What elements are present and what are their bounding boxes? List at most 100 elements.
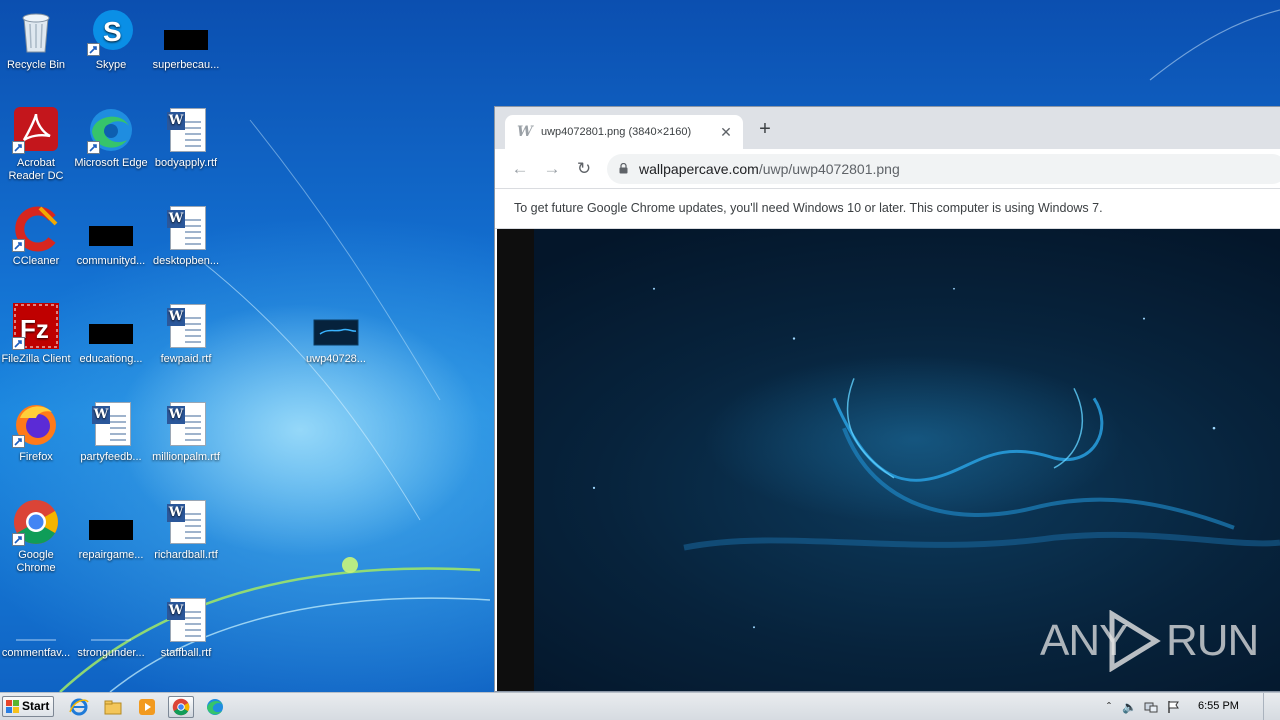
desktop-icon-desktopben[interactable]: W desktopben... — [148, 204, 224, 268]
icon-label: staffball.rtf — [160, 647, 212, 659]
filezilla-icon: Fz — [12, 302, 60, 350]
desktop-icon-firefox[interactable]: Firefox — [0, 400, 74, 464]
desktop-icon-filezilla[interactable]: Fz FileZilla Client — [0, 302, 74, 366]
desktop-icon-commentfav[interactable]: commentfav... — [0, 596, 74, 660]
new-tab-button[interactable]: + — [755, 119, 775, 140]
image-thumbnail-icon — [312, 302, 360, 350]
file-icon — [87, 596, 135, 644]
icon-label: fewpaid.rtf — [160, 353, 212, 365]
svg-text:S: S — [103, 16, 122, 47]
url-host: wallpapercave.com — [639, 161, 759, 177]
address-bar[interactable]: wallpapercave.com/uwp/uwp4072801.png — [607, 154, 1280, 184]
word-document-icon: W — [162, 204, 210, 252]
taskbar-chrome-button[interactable] — [168, 696, 194, 718]
file-thumbnail-icon — [162, 8, 210, 56]
icon-label: Recycle Bin — [6, 59, 66, 71]
firefox-icon — [12, 400, 60, 448]
icon-label: bodyapply.rtf — [154, 157, 218, 169]
word-document-icon: W — [162, 106, 210, 154]
url-path: /uwp/uwp4072801.png — [758, 161, 900, 177]
file-thumbnail-icon — [87, 498, 135, 546]
show-desktop-button[interactable] — [1263, 693, 1280, 720]
desktop-icon-ccleaner[interactable]: CCleaner — [0, 204, 74, 268]
clock[interactable]: 6:55 PM — [1198, 700, 1239, 712]
desktop-icon-fewpaid[interactable]: W fewpaid.rtf — [148, 302, 224, 366]
desktop-icon-google-chrome[interactable]: Google Chrome — [0, 498, 74, 575]
anyrun-watermark: ANY RUN — [1040, 610, 1259, 672]
start-button[interactable]: Start — [2, 696, 54, 717]
file-thumbnail-icon — [87, 204, 135, 252]
play-logo-icon — [1109, 610, 1161, 672]
network-icon[interactable] — [1144, 700, 1158, 714]
browser-toolbar: ← → ↻ wallpapercave.com/uwp/uwp4072801.p… — [495, 149, 1280, 189]
desktop-icon-superbecau[interactable]: superbecau... — [148, 8, 224, 72]
desktop-icon-millionpalm[interactable]: W millionpalm.rtf — [148, 400, 224, 464]
desktop-icon-partyfeedb[interactable]: W partyfeedb... — [73, 400, 149, 464]
skype-icon: S — [87, 8, 135, 56]
infobar-text: To get future Google Chrome updates, you… — [514, 201, 1103, 215]
tab-active[interactable]: W uwp4072801.png (3840×2160) ✕ — [505, 115, 743, 149]
icon-label: educationg... — [79, 353, 143, 365]
icon-label: richardball.rtf — [154, 549, 218, 561]
icon-label: uwp40728... — [306, 353, 366, 365]
file-explorer-icon[interactable] — [102, 696, 124, 718]
desktop-icon-uwp-image[interactable]: uwp40728... — [298, 302, 374, 366]
icon-label: repairgame... — [78, 549, 144, 561]
media-player-icon[interactable] — [136, 696, 158, 718]
icon-label: Acrobat Reader DC — [8, 157, 64, 182]
chrome-window[interactable]: W uwp4072801.png (3840×2160) ✕ + ← → ↻ w… — [494, 106, 1280, 692]
internet-explorer-icon[interactable] — [68, 696, 90, 718]
close-icon[interactable]: ✕ — [717, 123, 735, 141]
shortcut-arrow-icon — [12, 435, 25, 448]
icon-label: communityd... — [76, 255, 146, 267]
file-thumbnail-icon — [87, 302, 135, 350]
desktop-icon-richardball[interactable]: W richardball.rtf — [148, 498, 224, 562]
desktop-icon-recycle-bin[interactable]: Recycle Bin — [0, 8, 74, 72]
desktop-icon-staffball[interactable]: W staffball.rtf — [148, 596, 224, 660]
volume-icon[interactable]: 🔈 — [1122, 700, 1137, 714]
icon-label: Google Chrome — [16, 549, 56, 574]
desktop-icon-strongunder[interactable]: strongunder... — [73, 596, 149, 660]
shortcut-arrow-icon — [87, 43, 100, 56]
watermark-right: RUN — [1166, 616, 1259, 665]
favicon-icon: W — [517, 124, 533, 140]
tab-strip: W uwp4072801.png (3840×2160) ✕ + — [495, 107, 1280, 149]
icon-label: desktopben... — [152, 255, 220, 267]
icon-label: millionpalm.rtf — [152, 451, 220, 463]
desktop-icon-acrobat[interactable]: Acrobat Reader DC — [0, 106, 74, 183]
chrome-icon — [12, 498, 60, 546]
edge-icon[interactable] — [204, 696, 226, 718]
shortcut-arrow-icon — [12, 141, 25, 154]
forward-button[interactable]: → — [541, 158, 563, 180]
desktop-icon-microsoft-edge[interactable]: Microsoft Edge — [73, 106, 149, 170]
desktop-icon-repairgame[interactable]: repairgame... — [73, 498, 149, 562]
update-infobar: To get future Google Chrome updates, you… — [495, 189, 1280, 229]
start-label: Start — [22, 699, 50, 713]
file-icon — [12, 596, 60, 644]
show-hidden-icons-icon[interactable]: ˆ — [1102, 700, 1116, 714]
back-button[interactable]: ← — [509, 158, 531, 180]
desktop-icon-educationg[interactable]: educationg... — [73, 302, 149, 366]
reload-button[interactable]: ↻ — [573, 158, 595, 180]
taskbar: Start ˆ 🔈 6:55 PM — [0, 692, 1280, 720]
edge-icon — [87, 106, 135, 154]
icon-label: CCleaner — [12, 255, 60, 267]
tab-title: uwp4072801.png (3840×2160) — [541, 126, 692, 138]
icon-label: superbecau... — [152, 59, 220, 71]
desktop-icon-skype[interactable]: S Skype — [73, 8, 149, 72]
desktop-icon-bodyapply[interactable]: W bodyapply.rtf — [148, 106, 224, 170]
action-center-flag-icon[interactable] — [1166, 700, 1180, 714]
shortcut-arrow-icon — [87, 141, 100, 154]
url-text: wallpapercave.com/uwp/uwp4072801.png — [639, 161, 900, 177]
icon-label: partyfeedb... — [80, 451, 142, 463]
icon-label: strongunder... — [77, 647, 145, 659]
shortcut-arrow-icon — [12, 239, 25, 252]
icon-label: commentfav... — [1, 647, 71, 659]
icon-label: FileZilla Client — [1, 353, 71, 365]
word-document-icon: W — [162, 400, 210, 448]
shortcut-arrow-icon — [12, 337, 25, 350]
windows-logo-icon — [6, 700, 19, 713]
desktop-icon-communityd[interactable]: communityd... — [73, 204, 149, 268]
icon-label: Skype — [95, 59, 127, 71]
word-document-icon: W — [162, 596, 210, 644]
